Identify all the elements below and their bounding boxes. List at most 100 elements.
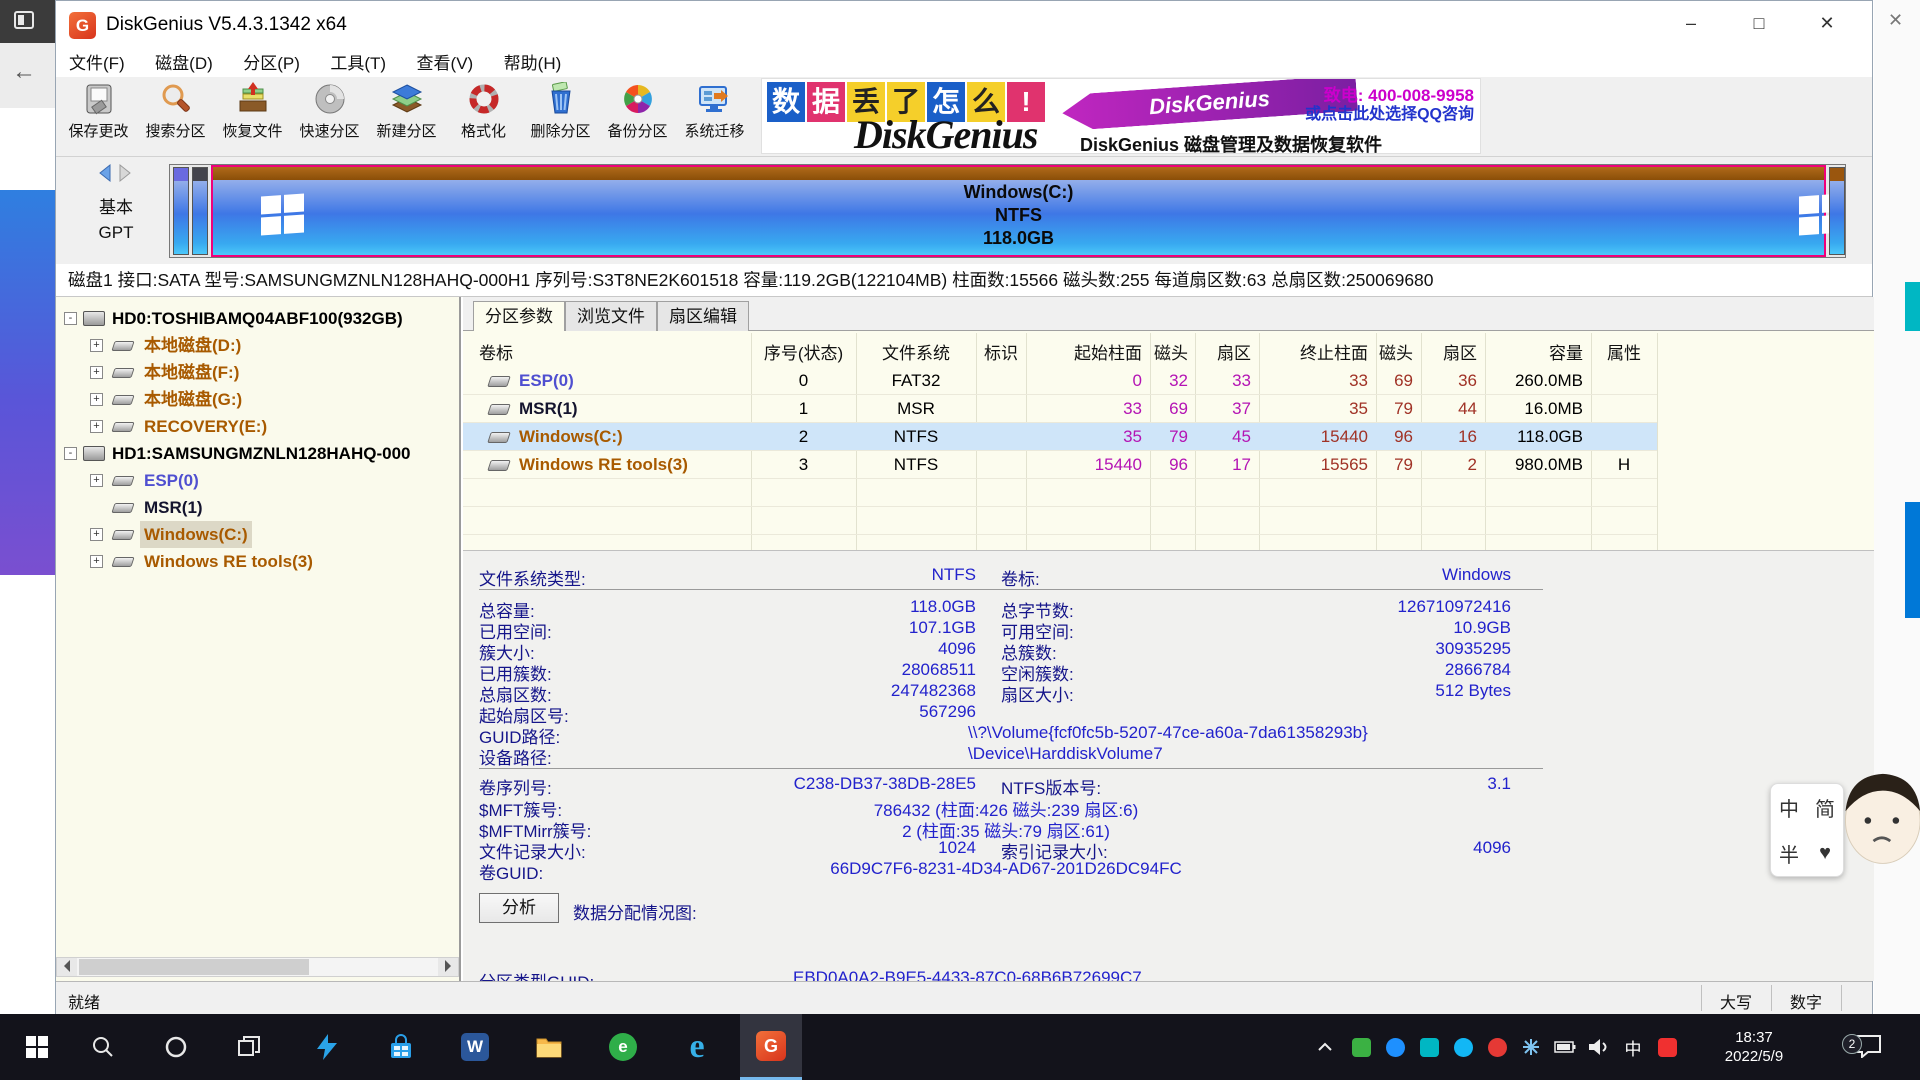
menu-partition[interactable]: 分区(P) [230, 50, 313, 77]
expand-icon[interactable]: + [90, 528, 103, 541]
maximize-button[interactable]: □ [1732, 1, 1786, 45]
search-partition-button[interactable]: 搜索分区 [137, 79, 214, 155]
menu-tools[interactable]: 工具(T) [317, 50, 399, 77]
pinned-app-word[interactable]: W [444, 1014, 506, 1080]
backup-partition-button[interactable]: 备份分区 [599, 79, 676, 155]
start-button[interactable] [6, 1014, 68, 1080]
table-row-windows-c-selected[interactable]: Windows(C:) 2 NTFS 35 79 45 15440 96 16 … [463, 423, 1657, 451]
new-partition-button[interactable]: 新建分区 [368, 79, 445, 155]
expand-icon[interactable]: + [90, 393, 103, 406]
cortana-button[interactable] [145, 1014, 207, 1080]
search-button[interactable] [72, 1014, 134, 1080]
tray-icon-battery[interactable] [1550, 1014, 1580, 1080]
ime-cn-mode[interactable]: 中 [1779, 793, 1799, 822]
ime-mini-toolbar[interactable]: 中 简 半 ♥ [1770, 783, 1844, 877]
tray-icon-green-app[interactable] [1346, 1014, 1376, 1080]
detail-row-partition-guid: 分区类型GUID: EBD0A0A2-B9E5-4433-87C0-68B6B7… [463, 968, 1874, 981]
pinned-app-edge[interactable]: e [666, 1014, 728, 1080]
tree-item-windows-re[interactable]: + Windows RE tools(3) [56, 548, 459, 575]
format-button[interactable]: 格式化 [445, 79, 522, 155]
tray-ime-cn-indicator[interactable]: 中 [1618, 1014, 1648, 1080]
tray-icon-qq[interactable] [1448, 1014, 1478, 1080]
minimize-button[interactable]: – [1664, 1, 1718, 45]
partition-strip-msr[interactable] [192, 167, 208, 255]
clock-date: 2022/5/9 [1700, 1047, 1808, 1066]
pinned-app-green-browser[interactable]: e [592, 1014, 654, 1080]
tray-icon-volume[interactable] [1584, 1014, 1614, 1080]
expand-icon[interactable]: + [90, 474, 103, 487]
tray-icon-teal-app[interactable] [1414, 1014, 1444, 1080]
system-migration-button[interactable]: 系统迁移 [676, 79, 753, 155]
partition-windows-c[interactable]: Windows(C:) NTFS 118.0GB [211, 165, 1826, 257]
partition-icon [111, 395, 134, 405]
scroll-right-icon[interactable] [438, 958, 458, 976]
recover-files-button[interactable]: 恢复文件 [214, 79, 291, 155]
expand-icon[interactable]: + [90, 555, 103, 568]
partition-strip-esp[interactable] [173, 167, 189, 255]
action-center-button[interactable]: 2 [1838, 1014, 1898, 1080]
pinned-app-file-explorer[interactable] [518, 1014, 580, 1080]
analyze-button[interactable]: 分析 [479, 893, 559, 923]
task-view-button[interactable] [218, 1014, 280, 1080]
scroll-left-icon[interactable] [57, 958, 77, 976]
detail-row: 总扇区数:247482368 扇区大小:512 Bytes [463, 681, 1874, 702]
tree-item-local-f[interactable]: + 本地磁盘(F:) [56, 359, 459, 386]
ime-simplified-mode[interactable]: 简 [1815, 793, 1835, 822]
menu-file[interactable]: 文件(F) [56, 50, 138, 77]
partition-strip-re-tools[interactable] [1829, 167, 1845, 255]
delete-partition-button[interactable]: 删除分区 [522, 79, 599, 155]
menu-help[interactable]: 帮助(H) [491, 50, 575, 77]
pinned-app-lightning[interactable] [296, 1014, 358, 1080]
tray-icon-snowflake[interactable] [1516, 1014, 1546, 1080]
tree-item-recovery-e[interactable]: + RECOVERY(E:) [56, 413, 459, 440]
file-explorer-icon [535, 1034, 563, 1060]
expand-icon[interactable]: + [90, 366, 103, 379]
disk-icon [83, 311, 105, 326]
table-row-windows-re[interactable]: Windows RE tools(3) 3 NTFS 15440 96 17 1… [463, 451, 1657, 479]
ime-halfwidth-mode[interactable]: 半 [1779, 839, 1799, 868]
title-bar: G DiskGenius V5.4.3.1342 x64 – □ ✕ [56, 1, 1872, 50]
tray-icon-sogou[interactable] [1652, 1014, 1682, 1080]
tab-sector-edit[interactable]: 扇区编辑 [657, 301, 749, 331]
scrollbar-thumb[interactable] [79, 959, 309, 975]
collapse-icon[interactable]: - [64, 447, 77, 460]
table-row-esp[interactable]: ESP(0) 0 FAT32 0 32 33 33 69 36 260.0MB [463, 367, 1657, 395]
table-row-msr[interactable]: MSR(1) 1 MSR 33 69 37 35 79 44 16.0MB [463, 395, 1657, 423]
tree-item-hd1[interactable]: - HD1:SAMSUNGMZNLN128HAHQ-000 [56, 440, 459, 467]
menu-disk[interactable]: 磁盘(D) [142, 50, 226, 77]
toolbar: 保存更改 搜索分区 恢复文件 快速分区 新建分区 格式化 [56, 77, 1872, 157]
expand-icon[interactable]: + [90, 420, 103, 433]
pinned-app-store[interactable] [370, 1014, 432, 1080]
detail-row: 设备路径:\Device\HarddiskVolume7 [463, 744, 1874, 765]
promo-banner[interactable]: 数 据 丢 了 怎 么 ! DiskGenius DiskGenius Disk… [761, 78, 1481, 154]
tab-browse-files[interactable]: 浏览文件 [565, 301, 657, 331]
tray-icon-red-app[interactable] [1482, 1014, 1512, 1080]
expand-icon[interactable]: + [90, 339, 103, 352]
tree-horizontal-scrollbar[interactable] [56, 957, 459, 977]
tree-item-local-g[interactable]: + 本地磁盘(G:) [56, 386, 459, 413]
tree-item-esp[interactable]: + ESP(0) [56, 467, 459, 494]
tree-item-local-d[interactable]: + 本地磁盘(D:) [56, 332, 459, 359]
detail-row: 起始扇区号:567296 [463, 702, 1874, 723]
taskbar-clock[interactable]: 18:37 2022/5/9 [1700, 1014, 1808, 1080]
banner-qq-link[interactable]: 或点击此处选择QQ咨询 [1305, 100, 1474, 124]
tray-hidden-icons-button[interactable] [1310, 1014, 1340, 1080]
close-button[interactable]: ✕ [1800, 1, 1854, 45]
tray-icon-blue-app[interactable] [1380, 1014, 1410, 1080]
detail-row: 文件系统类型:NTFS 卷标:Windows [463, 565, 1874, 586]
menu-view[interactable]: 查看(V) [404, 50, 487, 77]
quick-partition-button[interactable]: 快速分区 [291, 79, 368, 155]
ime-symbol-heart[interactable]: ♥ [1819, 842, 1831, 865]
tree-item-msr[interactable]: MSR(1) [56, 494, 459, 521]
taskbar-app-diskgenius-active[interactable]: G [740, 1014, 802, 1080]
collapse-icon[interactable]: - [64, 312, 77, 325]
background-close-icon[interactable]: ✕ [1888, 10, 1903, 31]
disk-nav-arrows[interactable] [81, 163, 151, 188]
save-changes-button[interactable]: 保存更改 [60, 79, 137, 155]
snowflake-icon [1522, 1038, 1540, 1056]
back-arrow-icon[interactable]: ← [12, 58, 36, 86]
tree-item-windows-c[interactable]: + Windows(C:) [56, 521, 459, 548]
tab-partition-params[interactable]: 分区参数 [473, 301, 565, 331]
quick-partition-icon [313, 82, 347, 116]
tree-item-hd0[interactable]: - HD0:TOSHIBAMQ04ABF100(932GB) [56, 305, 459, 332]
